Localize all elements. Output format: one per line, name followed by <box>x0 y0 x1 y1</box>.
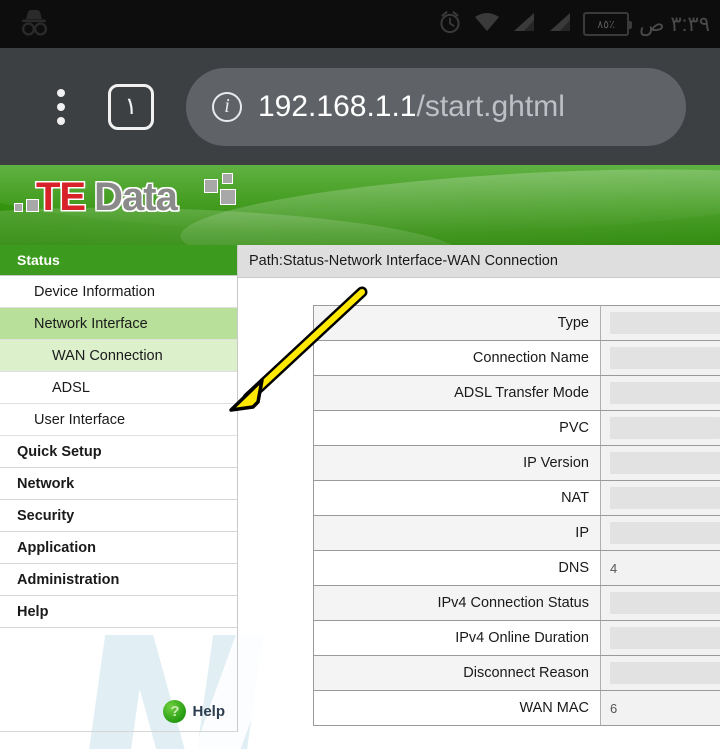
tab-counter-button[interactable]: ١ <box>108 83 154 130</box>
status-table: Type Connection Name ADSL Transfer Mode … <box>313 305 720 726</box>
row-value <box>600 515 720 551</box>
sidebar-item-adsl[interactable]: ADSL <box>0 372 237 404</box>
page-body: Status Device Information Network Interf… <box>0 245 720 749</box>
url-text: 192.168.1.1/start.ghtml <box>258 90 565 124</box>
logo-square-icon <box>204 179 218 193</box>
sidebar-item-help[interactable]: Help <box>0 596 237 628</box>
tab-counter-label: ١ <box>124 93 138 120</box>
sidebar-item-administration[interactable]: Administration <box>0 564 237 596</box>
status-clock: ٣:٣٩ ص <box>639 12 710 36</box>
redacted-value <box>610 347 720 369</box>
row-label: IPv4 Online Duration <box>313 620 601 656</box>
row-label: NAT <box>313 480 601 516</box>
router-admin-page: TE Data Status Device Information Networ… <box>0 165 720 749</box>
row-label: DNS <box>313 550 601 586</box>
sidebar-item-security[interactable]: Security <box>0 500 237 532</box>
row-label: Connection Name <box>313 340 601 376</box>
sidebar-header-status[interactable]: Status <box>0 245 237 276</box>
table-row: IP <box>313 515 720 551</box>
page-info-icon[interactable]: i <box>212 91 242 122</box>
redacted-value <box>610 417 720 439</box>
logo-square-icon <box>220 189 236 205</box>
row-value <box>600 480 720 516</box>
redacted-value <box>610 627 720 649</box>
row-label: IP Version <box>313 445 601 481</box>
row-value: 4 <box>600 550 720 586</box>
overflow-menu-icon[interactable] <box>32 88 90 125</box>
row-label: WAN MAC <box>313 690 601 726</box>
sidebar-item-quick-setup[interactable]: Quick Setup <box>0 436 237 468</box>
table-row: IP Version <box>313 445 720 481</box>
redacted-value <box>610 382 720 404</box>
table-row: IPv4 Connection Status <box>313 585 720 621</box>
row-label: ADSL Transfer Mode <box>313 375 601 411</box>
row-label: Type <box>313 305 601 341</box>
sidebar-item-application[interactable]: Application <box>0 532 237 564</box>
alarm-icon <box>437 9 463 40</box>
table-row: Disconnect Reason <box>313 655 720 691</box>
url-host: 192.168.1.1 <box>258 89 417 123</box>
help-link-label: Help <box>192 703 225 720</box>
table-row: Type <box>313 305 720 341</box>
table-row: IPv4 Online Duration <box>313 620 720 656</box>
left-nav-sidebar: Status Device Information Network Interf… <box>0 245 238 732</box>
sidebar-item-wan-connection[interactable]: WAN Connection <box>0 340 237 372</box>
row-label: IP <box>313 515 601 551</box>
url-bar[interactable]: i 192.168.1.1/start.ghtml <box>186 67 686 146</box>
help-question-icon: ? <box>163 700 187 723</box>
row-value <box>600 585 720 621</box>
status-table-body: Type Connection Name ADSL Transfer Mode … <box>313 305 720 726</box>
row-label: IPv4 Connection Status <box>313 585 601 621</box>
table-row: ADSL Transfer Mode <box>313 375 720 411</box>
row-value <box>600 620 720 656</box>
redacted-value <box>610 452 720 474</box>
sidebar-item-user-interface[interactable]: User Interface <box>0 404 237 436</box>
redacted-value <box>610 522 720 544</box>
android-status-bar: ٨٥٪ ٣:٣٩ ص <box>0 0 720 48</box>
table-row: PVC <box>313 410 720 446</box>
signal-bars-icon <box>547 10 573 39</box>
table-row: WAN MAC 6 <box>313 690 720 726</box>
row-label: Disconnect Reason <box>313 655 601 691</box>
breadcrumb: Path:Status-Network Interface-WAN Connec… <box>238 245 720 278</box>
table-row: NAT <box>313 480 720 516</box>
row-value <box>600 410 720 446</box>
logo-square-icon <box>14 203 23 212</box>
row-value <box>600 375 720 411</box>
logo-square-icon <box>222 173 233 184</box>
browser-toolbar: ١ i 192.168.1.1/start.ghtml <box>0 48 720 165</box>
battery-indicator: ٨٥٪ <box>583 12 633 36</box>
sidebar-footer-panel: ? Help <box>0 628 237 732</box>
brand-banner: TE Data <box>0 165 720 245</box>
table-row: DNS 4 <box>313 550 720 586</box>
table-row: Connection Name <box>313 340 720 376</box>
row-value <box>600 340 720 376</box>
help-link[interactable]: ? Help <box>163 700 225 723</box>
signal-bars-icon <box>511 10 537 39</box>
url-path: /start.ghtml <box>416 89 565 123</box>
redacted-value <box>610 312 720 334</box>
sidebar-item-network[interactable]: Network <box>0 468 237 500</box>
wifi-icon <box>473 10 501 39</box>
sidebar-item-device-information[interactable]: Device Information <box>0 276 237 308</box>
redacted-value <box>610 662 720 684</box>
row-value <box>600 655 720 691</box>
te-data-logo: TE Data <box>14 173 236 219</box>
logo-te-text: TE <box>36 175 86 219</box>
logo-data-text: Data <box>94 175 178 219</box>
redacted-value <box>610 592 720 614</box>
row-value <box>600 445 720 481</box>
row-value <box>600 305 720 341</box>
sidebar-item-network-interface[interactable]: Network Interface <box>0 308 237 340</box>
incognito-icon <box>14 7 54 41</box>
battery-percent-label: ٨٥٪ <box>597 18 615 31</box>
wan-connection-table: Type Connection Name ADSL Transfer Mode … <box>313 305 720 726</box>
row-label: PVC <box>313 410 601 446</box>
logo-square-icon <box>26 199 39 212</box>
row-value: 6 <box>600 690 720 726</box>
redacted-value <box>610 487 720 509</box>
